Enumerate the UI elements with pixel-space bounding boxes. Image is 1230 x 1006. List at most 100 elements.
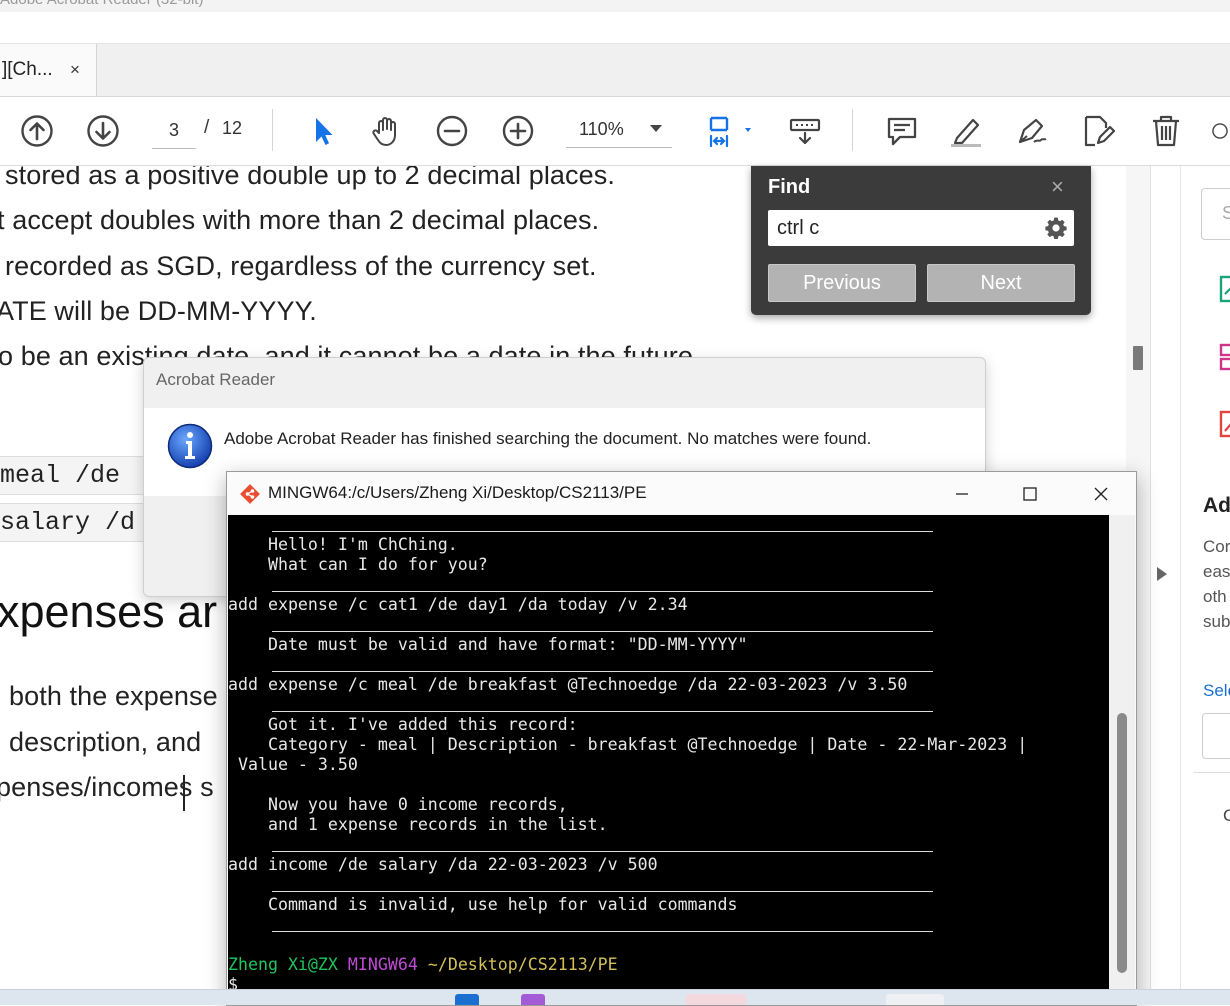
- output-separator: [272, 851, 933, 852]
- close-icon[interactable]: ×: [1051, 174, 1064, 200]
- terminal-title: MINGW64:/c/Users/Zheng Xi/Desktop/CS2113…: [268, 483, 647, 502]
- terminal-line: Value - 3.50: [228, 755, 358, 774]
- dialog-message: Adobe Acrobat Reader has finished search…: [224, 429, 872, 448]
- output-separator: [272, 671, 933, 672]
- pane-separator: [1194, 772, 1230, 773]
- document-text-line: description, and: [9, 727, 202, 757]
- terminal-line: What can I do for you?: [228, 555, 488, 574]
- pane-text-line: sub: [1203, 612, 1230, 631]
- tools-search-input[interactable]: S: [1201, 188, 1230, 240]
- toolbar-divider: [852, 109, 853, 151]
- menu-bar: [0, 12, 1230, 44]
- fit-page-button[interactable]: [700, 111, 760, 151]
- cursor-arrow-icon: [316, 118, 333, 145]
- scroll-mode-button[interactable]: [785, 111, 825, 151]
- scrollbar-thumb[interactable]: [1133, 346, 1143, 370]
- pane-footer-text: C: [1223, 806, 1230, 825]
- info-icon: [167, 423, 213, 469]
- git-bash-icon: [240, 484, 260, 504]
- taskbar-app-icon[interactable]: [686, 994, 746, 1005]
- code-line: meal /de: [0, 456, 152, 495]
- output-separator: [272, 591, 933, 592]
- zoom-out-button[interactable]: [432, 111, 472, 151]
- previous-page-button[interactable]: [17, 111, 57, 151]
- more-tools-button[interactable]: [1210, 111, 1230, 151]
- find-title: Find: [768, 176, 811, 198]
- edit-text-icon: [1084, 115, 1115, 147]
- organize-pages-icon[interactable]: [1217, 342, 1230, 372]
- taskbar-app-icon[interactable]: [521, 994, 545, 1005]
- prompt-user: Zheng Xi@ZX: [228, 955, 338, 974]
- window-titlebar: Adobe Acrobat Reader (32-bit): [0, 0, 1230, 12]
- terminal-line: and 1 expense records in the list.: [228, 815, 608, 834]
- comment-icon: [887, 117, 917, 146]
- zoom-dropdown[interactable]: 110%: [566, 111, 672, 148]
- terminal-titlebar[interactable]: MINGW64:/c/Users/Zheng Xi/Desktop/CS2113…: [227, 472, 1136, 515]
- right-tools-pane: S Ad Cor eas oth sub Sele C: [1150, 166, 1230, 1004]
- select-tool-button[interactable]: [302, 111, 342, 151]
- zoom-in-icon: [502, 115, 534, 147]
- page-number-input[interactable]: [152, 112, 196, 149]
- pane-divider: [1180, 166, 1181, 1004]
- terminal-line: add expense /c meal /de breakfast @Techn…: [228, 675, 908, 694]
- prompt-path: ~/Desktop/CS2113/PE: [427, 955, 618, 974]
- toolbar: / 12 110%: [0, 97, 1230, 166]
- document-tab[interactable]: ][Ch... ×: [0, 44, 97, 96]
- close-button[interactable]: [1066, 472, 1136, 515]
- edit-text-button[interactable]: [1078, 111, 1118, 151]
- taskbar-app-icon[interactable]: [886, 994, 944, 1005]
- tab-bar: ][Ch... ×: [0, 44, 1230, 97]
- document-text-line: both the expense: [9, 681, 218, 711]
- terminal-prompt: Zheng Xi@ZX MINGW64 ~/Desktop/CS2113/PE: [228, 955, 618, 975]
- terminal-line: Now you have 0 income records,: [228, 795, 568, 814]
- output-separator: [272, 531, 933, 532]
- output-separator: [272, 891, 933, 892]
- hand-tool-button[interactable]: [366, 111, 406, 151]
- text-cursor: [183, 775, 185, 811]
- minimize-button[interactable]: [927, 472, 997, 515]
- gear-icon[interactable]: [1044, 216, 1068, 240]
- document-text-line: penses/incomes s: [0, 772, 214, 802]
- page-separator: /: [204, 117, 210, 138]
- code-line: salary /d: [0, 503, 152, 542]
- previous-button[interactable]: Previous: [768, 264, 916, 302]
- pane-text-line: Cor: [1203, 537, 1230, 556]
- prompt-host: MINGW64: [347, 955, 418, 974]
- select-file-link[interactable]: Sele: [1203, 681, 1230, 701]
- document-text-line: recorded as SGD, regardless of the curre…: [5, 251, 597, 281]
- scrollbar-thumb[interactable]: [1117, 713, 1127, 973]
- pane-text-line: eas: [1203, 562, 1230, 581]
- pane-heading: Ad: [1203, 494, 1230, 517]
- zoom-in-button[interactable]: [498, 111, 538, 151]
- terminal-line: add income /de salary /da 22-03-2023 /v …: [228, 855, 658, 874]
- maximize-icon: [1023, 486, 1037, 501]
- taskbar-app-icon[interactable]: [455, 994, 479, 1005]
- next-page-button[interactable]: [83, 111, 123, 151]
- document-text-line: ATE will be DD-MM-YYYY.: [0, 296, 317, 326]
- pane-text-line: oth: [1203, 587, 1227, 606]
- comment-button[interactable]: [882, 111, 922, 151]
- document-text-line: t accept doubles with more than 2 decima…: [0, 205, 600, 235]
- close-tab-icon[interactable]: ×: [70, 60, 80, 80]
- draw-button[interactable]: [1011, 111, 1051, 151]
- terminal-output[interactable]: Hello! I'm ChChing. What can I do for yo…: [228, 515, 1109, 1005]
- export-pdf-icon[interactable]: [1217, 274, 1230, 304]
- document-tab-title[interactable]: ][Ch...: [2, 59, 53, 81]
- terminal-scrollbar[interactable]: [1109, 515, 1135, 1005]
- find-input[interactable]: [768, 210, 1046, 246]
- zoom-out-icon: [436, 115, 468, 147]
- next-button[interactable]: Next: [927, 264, 1075, 302]
- pane-dropdown[interactable]: [1202, 713, 1230, 759]
- terminal-line: add expense /c cat1 /de day1 /da today /…: [228, 595, 688, 614]
- dialog-title: Acrobat Reader: [156, 370, 276, 389]
- find-panel: Find × Previous Next: [751, 166, 1091, 315]
- terminal-line: Hello! I'm ChChing.: [228, 535, 458, 554]
- output-separator: [272, 711, 933, 712]
- highlight-button[interactable]: [946, 111, 986, 151]
- expand-pane-icon[interactable]: [1157, 567, 1167, 581]
- maximize-button[interactable]: [995, 472, 1065, 515]
- minimize-icon: [956, 492, 968, 495]
- toolbar-divider: [272, 109, 273, 151]
- edit-pdf-icon[interactable]: [1217, 409, 1230, 439]
- delete-button[interactable]: [1146, 111, 1186, 151]
